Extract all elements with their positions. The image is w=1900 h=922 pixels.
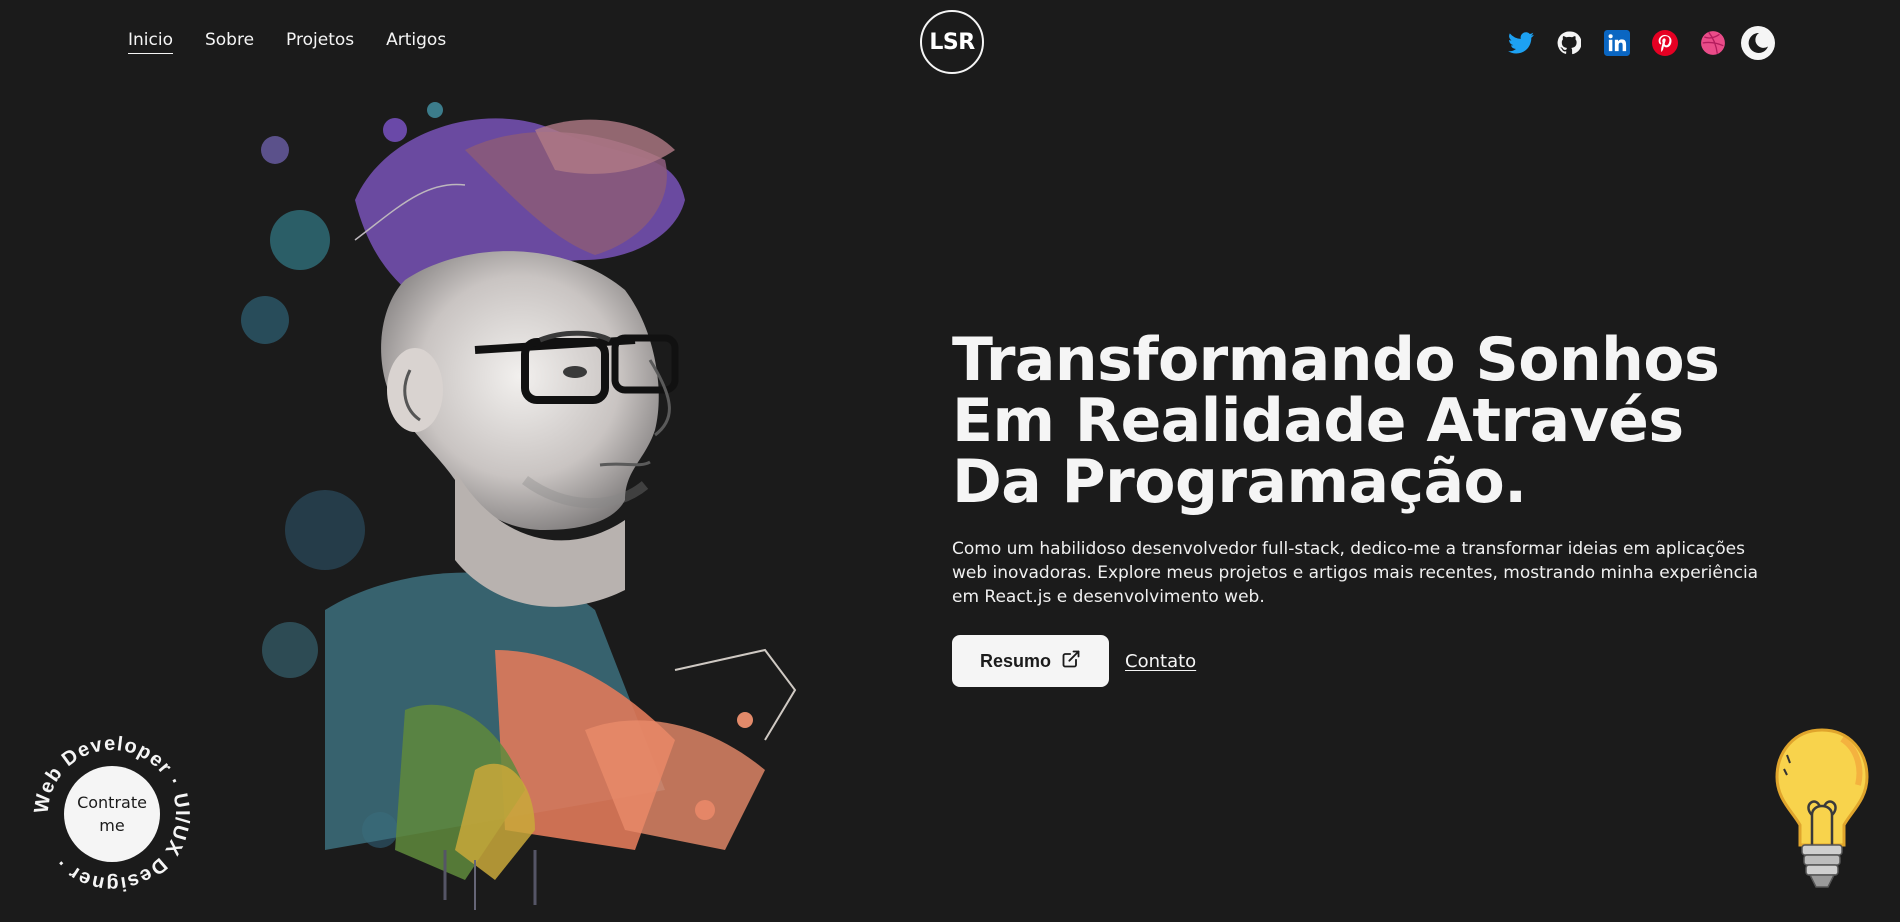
nav-link-projetos[interactable]: Projetos <box>286 30 354 54</box>
hero-section: Transformando Sonhos Em Realidade Atravé… <box>952 330 1782 687</box>
contact-link[interactable]: Contato <box>1125 651 1196 672</box>
nav-link-artigos[interactable]: Artigos <box>386 30 446 54</box>
social-links <box>1507 26 1775 60</box>
hero-description: Como um habilidoso desenvolvedor full-st… <box>952 539 1759 607</box>
hire-me-button[interactable]: Contrate me <box>64 766 160 862</box>
nav-link-sobre[interactable]: Sobre <box>205 30 254 54</box>
hire-me-badge[interactable]: Web Developer · UI/UX Designer · Contrat… <box>30 733 192 895</box>
hero-title: Transformando Sonhos Em Realidade Atravé… <box>952 325 1720 517</box>
moon-icon[interactable] <box>1741 26 1775 60</box>
hero-actions: Resumo Contato <box>952 635 1782 687</box>
github-icon[interactable] <box>1555 29 1583 57</box>
resume-button[interactable]: Resumo <box>952 635 1110 687</box>
portrait-illustration <box>205 90 805 910</box>
twitter-icon[interactable] <box>1507 29 1535 57</box>
external-link-icon <box>1061 649 1081 674</box>
linkedin-icon[interactable] <box>1603 29 1631 57</box>
main-nav: Inicio Sobre Projetos Artigos <box>128 30 446 54</box>
nav-link-inicio[interactable]: Inicio <box>128 30 173 54</box>
resume-button-label: Resumo <box>980 650 1052 671</box>
site-header: Inicio Sobre Projetos Artigos LSR <box>0 0 1900 84</box>
pinterest-icon[interactable] <box>1651 29 1679 57</box>
dribbble-icon[interactable] <box>1699 29 1727 57</box>
lightbulb-icon <box>1772 725 1872 895</box>
site-logo[interactable]: LSR <box>920 10 984 74</box>
